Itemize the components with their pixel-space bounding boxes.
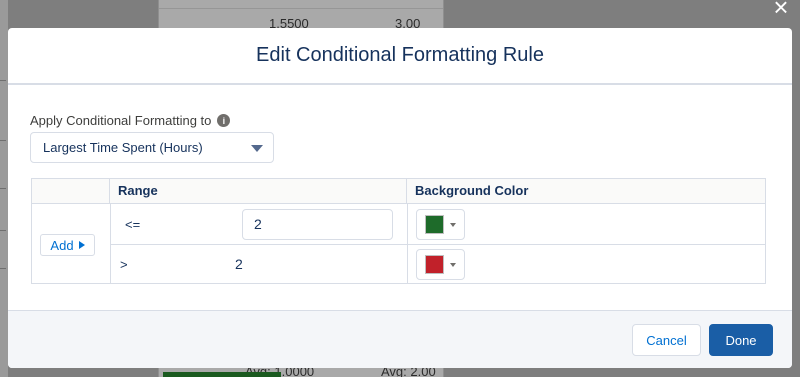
apply-formatting-label-text: Apply Conditional Formatting to [30,113,212,128]
chevron-down-icon [450,222,456,227]
chevron-down-icon [450,262,456,267]
add-button[interactable]: Add [40,234,95,256]
caret-right-icon [78,241,85,249]
row-2-operator: > [120,257,128,272]
row-1-operator: <= [125,217,141,232]
table-header-background-color: Background Color [407,179,765,204]
table-header-empty [32,179,110,204]
row-2-color-picker[interactable] [416,249,465,280]
table-header-range: Range [110,179,407,204]
bg-green-bar [163,372,281,377]
apply-formatting-label: Apply Conditional Formatting to i [30,113,231,128]
apply-formatting-select[interactable]: Largest Time Spent (Hours) [30,132,274,163]
row-1-color-swatch [425,215,444,234]
cancel-button[interactable]: Cancel [632,324,701,356]
chevron-down-icon [251,145,263,152]
add-button-label: Add [50,237,74,253]
row-1-value-input[interactable]: 2 [242,209,393,240]
modal-header: Edit Conditional Formatting Rule [8,28,792,85]
modal-body: Apply Conditional Formatting to i Larges… [8,85,792,310]
background-left-panel [0,0,8,377]
modal-title: Edit Conditional Formatting Rule [256,44,544,66]
done-button[interactable]: Done [709,324,773,356]
info-icon[interactable]: i [217,114,231,127]
edit-conditional-formatting-modal: Edit Conditional Formatting Rule Apply C… [8,28,792,368]
row-2-color-swatch [425,255,444,274]
row-1-color-picker[interactable] [416,209,465,240]
modal-footer: Cancel Done [8,310,792,368]
apply-formatting-selected-value: Largest Time Spent (Hours) [43,140,203,155]
rule-table: Range Background Color Add <= 2 > 2 [31,178,766,284]
close-icon[interactable]: × [770,0,792,20]
row-2-value: 2 [235,256,243,272]
